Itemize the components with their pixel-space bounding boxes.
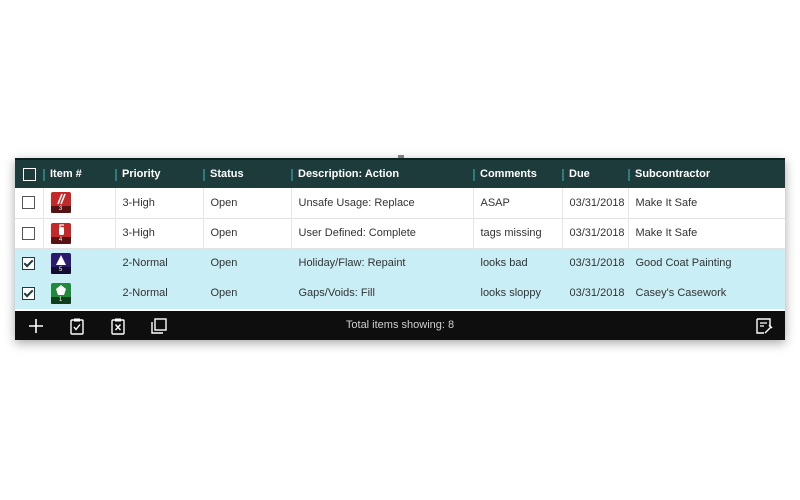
row-checkbox[interactable] xyxy=(22,226,36,240)
total-items-label: Total items showing: 8 xyxy=(345,319,455,331)
table-row[interactable]: 3 3-High Open Unsafe Usage: Replace ASAP… xyxy=(15,188,785,218)
edit-note-icon[interactable] xyxy=(755,317,773,335)
column-header-due[interactable]: Due xyxy=(562,158,628,188)
comments-cell: looks bad xyxy=(472,248,562,278)
item-cell[interactable]: 1 xyxy=(42,278,115,308)
pentagon-marker-icon[interactable]: 1 xyxy=(50,282,71,304)
item-cell[interactable]: 4 xyxy=(42,218,115,248)
select-all-checkbox[interactable] xyxy=(22,167,36,181)
priority-cell: 3-High xyxy=(114,188,203,218)
table-header-row: Item # Priority Status Description: Acti… xyxy=(15,158,785,188)
column-header-comments[interactable]: Comments xyxy=(473,158,562,188)
column-header-priority[interactable]: Priority xyxy=(115,158,203,188)
column-header-subcontractor[interactable]: Subcontractor xyxy=(628,158,785,188)
item-cell[interactable]: 3 xyxy=(42,188,115,218)
select-all-checkbox-cell[interactable] xyxy=(15,158,43,188)
item-number: 1 xyxy=(50,296,71,304)
item-cell[interactable]: 5 xyxy=(42,248,115,278)
subcontractor-cell: Good Coat Painting xyxy=(627,248,785,278)
comments-cell: looks sloppy xyxy=(472,278,562,308)
due-cell: 03/31/2018 xyxy=(561,188,628,218)
priority-cell: 2-Normal xyxy=(114,278,203,308)
column-header-item[interactable]: Item # xyxy=(43,158,115,188)
triangle-marker-icon[interactable]: 5 xyxy=(50,252,71,274)
description-cell: Gaps/Voids: Fill xyxy=(290,278,473,308)
row-checkbox-cell[interactable] xyxy=(15,278,43,308)
subcontractor-cell: Make It Safe xyxy=(627,218,785,248)
item-number: 4 xyxy=(50,236,71,244)
column-header-description[interactable]: Description: Action xyxy=(291,158,473,188)
row-checkbox[interactable] xyxy=(22,286,36,300)
status-cell: Open xyxy=(202,188,291,218)
due-cell: 03/31/2018 xyxy=(561,278,628,308)
due-cell: 03/31/2018 xyxy=(561,248,628,278)
status-cell: Open xyxy=(202,218,291,248)
items-table: Item # Priority Status Description: Acti… xyxy=(15,158,785,309)
priority-cell: 2-Normal xyxy=(114,248,203,278)
priority-cell: 3-High xyxy=(114,218,203,248)
table-row[interactable]: 5 2-Normal Open Holiday/Flaw: Repaint lo… xyxy=(15,248,785,278)
subcontractor-cell: Casey's Casework xyxy=(627,278,785,308)
comments-cell: ASAP xyxy=(472,188,562,218)
description-cell: Unsafe Usage: Replace xyxy=(290,188,473,218)
fire-extinguisher-icon[interactable]: 4 xyxy=(50,222,71,244)
bottom-toolbar: Total items showing: 8 xyxy=(15,311,785,340)
row-checkbox[interactable] xyxy=(22,196,36,210)
row-checkbox-cell[interactable] xyxy=(15,188,43,218)
item-number: 3 xyxy=(50,206,71,214)
table-row[interactable]: 4 3-High Open User Defined: Complete tag… xyxy=(15,218,785,248)
status-cell: Open xyxy=(202,248,291,278)
description-cell: Holiday/Flaw: Repaint xyxy=(290,248,473,278)
row-checkbox-cell[interactable] xyxy=(15,218,43,248)
item-number: 5 xyxy=(50,266,71,274)
comments-cell: tags missing xyxy=(472,218,562,248)
red-tag-icon[interactable]: 3 xyxy=(50,192,71,214)
row-checkbox-cell[interactable] xyxy=(15,248,43,278)
description-cell: User Defined: Complete xyxy=(290,218,473,248)
items-panel: Item # Priority Status Description: Acti… xyxy=(15,158,785,340)
subcontractor-cell: Make It Safe xyxy=(627,188,785,218)
status-cell: Open xyxy=(202,278,291,308)
due-cell: 03/31/2018 xyxy=(561,218,628,248)
row-checkbox[interactable] xyxy=(22,256,36,270)
column-header-status[interactable]: Status xyxy=(203,158,291,188)
table-row[interactable]: 1 2-Normal Open Gaps/Voids: Fill looks s… xyxy=(15,278,785,308)
